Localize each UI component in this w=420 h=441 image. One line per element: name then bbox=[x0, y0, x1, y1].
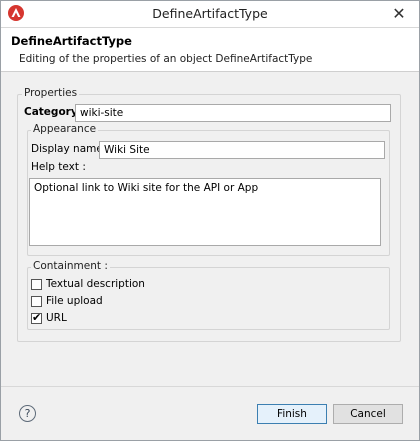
finish-button[interactable]: Finish bbox=[257, 404, 327, 424]
appearance-group-label: Appearance bbox=[31, 123, 99, 135]
checkmark-icon: ✔ bbox=[32, 311, 42, 324]
banner-title: DefineArtifactType bbox=[11, 34, 132, 48]
url-label[interactable]: URL bbox=[46, 312, 67, 324]
url-checkbox[interactable]: ✔ bbox=[31, 311, 42, 324]
window-title: DefineArtifactType bbox=[152, 6, 268, 21]
help-icon[interactable]: ? bbox=[19, 405, 36, 422]
dialog-window: DefineArtifactType ✕ DefineArtifactType … bbox=[0, 0, 420, 441]
file-upload-label[interactable]: File upload bbox=[46, 295, 103, 307]
category-input[interactable]: wiki-site bbox=[75, 104, 391, 122]
close-icon[interactable]: ✕ bbox=[379, 1, 419, 27]
textual-description-label[interactable]: Textual description bbox=[46, 278, 145, 290]
help-text-label: Help text : bbox=[31, 161, 86, 173]
textual-description-checkbox[interactable] bbox=[31, 279, 42, 290]
title-bar: DefineArtifactType ✕ bbox=[1, 1, 419, 28]
containment-group-label: Containment : bbox=[31, 260, 110, 272]
footer-separator bbox=[1, 386, 419, 387]
header-banner: DefineArtifactType Editing of the proper… bbox=[1, 28, 419, 72]
properties-group-label: Properties bbox=[22, 87, 80, 99]
banner-description: Editing of the properties of an object D… bbox=[19, 53, 313, 65]
help-text-area[interactable]: Optional link to Wiki site for the API o… bbox=[29, 178, 381, 246]
cancel-button[interactable]: Cancel bbox=[333, 404, 403, 424]
containment-group: Containment : Textual description File u… bbox=[27, 260, 390, 330]
display-name-input[interactable]: Wiki Site bbox=[99, 141, 385, 159]
display-name-label: Display name : bbox=[31, 143, 110, 155]
file-upload-checkbox[interactable] bbox=[31, 296, 42, 307]
appearance-group: Appearance Display name : Wiki Site Help… bbox=[27, 123, 390, 256]
properties-group: Properties Category : wiki-site Appearan… bbox=[17, 87, 401, 342]
